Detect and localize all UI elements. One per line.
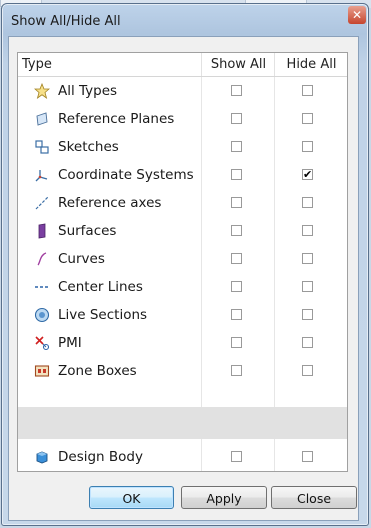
center-line-icon	[34, 279, 50, 295]
dialog-window: Show All/Hide All ✕ Type Show All Hide A…	[1, 3, 369, 526]
plane-icon	[34, 111, 50, 127]
zone-box-icon	[34, 363, 50, 379]
row-label: PMI	[58, 335, 82, 351]
hide-all-checkbox[interactable]	[302, 85, 313, 96]
table-row: Zone Boxes	[18, 357, 347, 385]
row-separator	[18, 407, 347, 439]
row-label: Surfaces	[58, 223, 117, 239]
sketch-icon	[34, 139, 50, 155]
table-row: Surfaces	[18, 217, 347, 245]
design-body-icon	[34, 449, 50, 465]
show-all-checkbox[interactable]	[231, 197, 242, 208]
show-all-checkbox[interactable]	[231, 141, 242, 152]
table-row: PMI	[18, 329, 347, 357]
hide-all-checkbox[interactable]	[302, 365, 313, 376]
axis-icon	[34, 195, 50, 211]
show-all-checkbox[interactable]	[231, 253, 242, 264]
visibility-table: Type Show All Hide All All Types Referenc…	[17, 52, 348, 472]
table-row: Coordinate Systems ✔	[18, 161, 347, 189]
hide-all-checkbox[interactable]	[302, 281, 313, 292]
hide-all-checkbox[interactable]	[302, 113, 313, 124]
close-icon[interactable]: ✕	[348, 6, 366, 24]
dialog-body: Type Show All Hide All All Types Referenc…	[8, 36, 359, 521]
apply-button[interactable]: Apply	[181, 486, 267, 509]
row-label: All Types	[58, 83, 118, 99]
show-all-checkbox[interactable]	[231, 85, 242, 96]
row-label: Coordinate Systems	[58, 167, 194, 183]
show-all-checkbox[interactable]	[231, 451, 242, 462]
table-row: Sketches	[18, 133, 347, 161]
hide-all-checkbox[interactable]	[302, 253, 313, 264]
show-all-checkbox[interactable]	[231, 337, 242, 348]
coordinate-system-icon	[34, 167, 50, 183]
live-section-icon	[34, 307, 50, 323]
hide-all-checkbox[interactable]: ✔	[302, 169, 313, 180]
column-header-show-all[interactable]: Show All	[201, 53, 275, 76]
column-header-hide-all[interactable]: Hide All	[274, 53, 348, 76]
table-row: Curves	[18, 245, 347, 273]
table-row: Live Sections	[18, 301, 347, 329]
curve-icon	[34, 251, 50, 267]
table-row: All Types	[18, 77, 347, 105]
star-icon	[34, 83, 50, 99]
show-all-checkbox[interactable]	[231, 113, 242, 124]
hide-all-checkbox[interactable]	[302, 225, 313, 236]
show-all-checkbox[interactable]	[231, 281, 242, 292]
ok-button[interactable]: OK	[89, 486, 174, 509]
row-label: Reference Planes	[58, 111, 175, 127]
hide-all-checkbox[interactable]	[302, 337, 313, 348]
table-row: Reference axes	[18, 189, 347, 217]
surface-icon	[34, 223, 50, 239]
table-row: Design Body	[18, 443, 347, 471]
dialog-title: Show All/Hide All	[11, 14, 121, 29]
table-header: Type Show All Hide All	[18, 53, 347, 77]
row-label: Design Body	[58, 449, 143, 465]
table-row: Reference Planes	[18, 105, 347, 133]
hide-all-checkbox[interactable]	[302, 141, 313, 152]
show-all-checkbox[interactable]	[231, 365, 242, 376]
show-all-checkbox[interactable]	[231, 225, 242, 236]
table-row: Center Lines	[18, 273, 347, 301]
hide-all-checkbox[interactable]	[302, 451, 313, 462]
row-label: Sketches	[58, 139, 119, 155]
row-label: Live Sections	[58, 307, 148, 323]
hide-all-checkbox[interactable]	[302, 197, 313, 208]
row-label: Center Lines	[58, 279, 143, 295]
pmi-icon	[34, 335, 50, 351]
show-all-checkbox[interactable]	[231, 309, 242, 320]
row-label: Zone Boxes	[58, 363, 137, 379]
show-all-checkbox[interactable]	[231, 169, 242, 180]
row-label: Reference axes	[58, 195, 162, 211]
close-button[interactable]: Close	[271, 486, 357, 509]
hide-all-checkbox[interactable]	[302, 309, 313, 320]
column-header-type[interactable]: Type	[22, 53, 52, 76]
row-label: Curves	[58, 251, 105, 267]
